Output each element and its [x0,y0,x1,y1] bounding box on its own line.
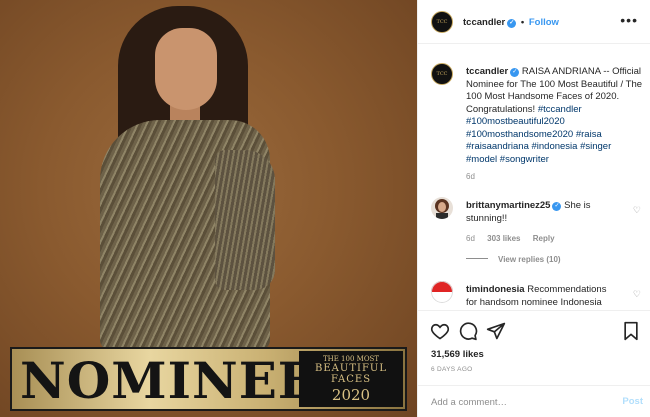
comment-likes[interactable]: 303 likes [487,234,520,243]
more-options-icon[interactable]: ••• [620,12,638,28]
view-replies-label: View replies (10) [498,255,561,264]
badge-line-2: BEAUTIFUL [315,363,387,374]
follow-button[interactable]: Follow [529,17,559,28]
comment-meta: 6d 303 likes Reply [466,234,565,243]
comment-text: timindonesia Recommendations for handsom… [466,284,616,309]
post-side-panel: TCC tccandler ✓ • Follow ••• TCC tccandle… [417,0,650,417]
badge-line-4: 2020 [331,386,371,404]
comment-icon[interactable] [458,321,478,341]
caption-time[interactable]: 6d [466,172,475,181]
comment-like-icon[interactable]: ♡ [633,289,641,300]
photo-sleeve [215,150,275,290]
reply-button[interactable]: Reply [533,234,555,243]
post-comment-button[interactable]: Post [622,396,643,407]
add-comment-bar: Post [418,385,650,417]
comment-username[interactable]: timindonesia [466,284,525,295]
badge-line-1: THE 100 MOST [322,355,380,363]
comment-text: brittanymartinez25 ✓ She is stunning!! [466,200,616,225]
caption-text: tccandler ✓ RAISA ANDRIANA -- Official No… [466,66,644,166]
avatar-logo: TCC [436,19,448,25]
view-replies-button[interactable]: View replies (10) [466,255,561,264]
replies-line [466,258,488,259]
author-username[interactable]: tccandler [463,17,505,28]
award-badge: THE 100 MOST BEAUTIFUL FACES 2020 [299,351,403,407]
bookmark-icon[interactable] [621,321,641,341]
comment-input[interactable] [431,392,611,412]
comments-list[interactable]: TCC tccandler ✓ RAISA ANDRIANA -- Officia… [418,45,650,310]
verified-icon: ✓ [507,19,517,28]
comment-like-icon[interactable]: ♡ [633,205,641,216]
author-avatar[interactable]: TCC [431,11,453,33]
verified-icon: ✓ [510,68,520,77]
post-photo[interactable]: NOMINEE THE 100 MOST BEAUTIFUL FACES 202… [0,0,417,417]
avatar-logo: TCC [436,71,448,77]
share-icon[interactable] [486,321,506,341]
caption-username[interactable]: tccandler [466,66,508,77]
post-header: TCC tccandler ✓ • Follow ••• [418,0,650,44]
caption-avatar[interactable]: TCC [431,63,453,85]
likes-count[interactable]: 31,569 likes [431,349,484,360]
post-age[interactable]: 6 DAYS AGO [431,366,473,373]
commenter-avatar[interactable] [431,281,453,303]
nominee-banner: NOMINEE THE 100 MOST BEAUTIFUL FACES 202… [10,347,407,411]
separator-dot: • [520,17,525,28]
heart-icon[interactable] [430,321,450,341]
comment-time[interactable]: 6d [466,234,475,243]
photo-face [155,28,217,110]
comment-username[interactable]: brittanymartinez25 [466,200,550,211]
nominee-text: NOMINEE [20,351,317,410]
commenter-avatar[interactable] [431,197,453,219]
author-line: tccandler ✓ • Follow [463,17,559,28]
badge-line-3: FACES [330,374,372,385]
